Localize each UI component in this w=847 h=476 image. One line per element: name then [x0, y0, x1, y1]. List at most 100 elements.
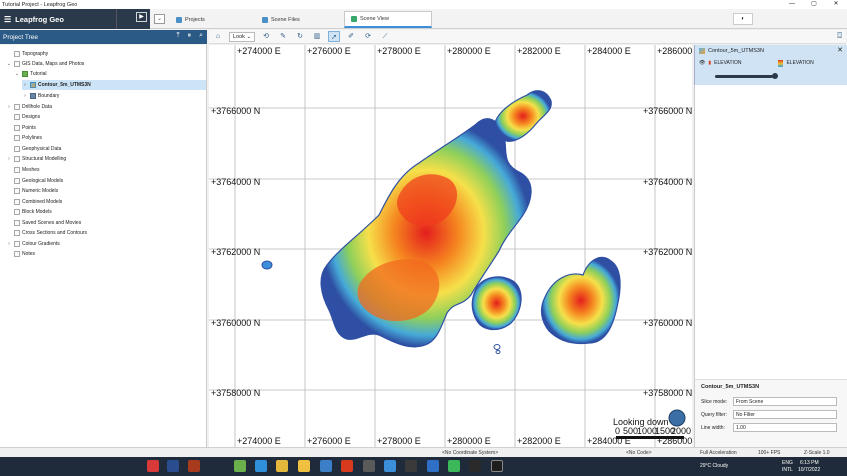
search-icon[interactable]: ⌕: [199, 32, 203, 40]
tree-item-designs[interactable]: Designs: [6, 112, 40, 122]
folder-icon: [14, 188, 20, 194]
language-indicator[interactable]: ENG: [782, 460, 793, 466]
tree-item-cross-sections[interactable]: Cross Sections and Contours: [6, 228, 87, 238]
tree-item-combined-models[interactable]: Combined Models: [6, 197, 62, 207]
gradient-dropdown[interactable]: ELEVATION: [786, 60, 813, 66]
refresh-icon[interactable]: ↻: [294, 31, 306, 42]
line-width-input[interactable]: 1.00: [733, 423, 837, 432]
scene-files-icon: [262, 16, 268, 23]
tree-item-saved-scenes[interactable]: Saved Scenes and Movies: [6, 218, 81, 228]
home-view-icon[interactable]: ⌂: [212, 31, 224, 42]
camera-icon[interactable]: ⌼: [837, 31, 842, 41]
close-window-button[interactable]: ✕: [825, 0, 847, 9]
leapfrog-taskbar-icon[interactable]: [491, 460, 503, 472]
collapse-icon[interactable]: ⌄: [6, 61, 12, 67]
color-by-dropdown[interactable]: ELEVATION: [714, 60, 741, 66]
edit-icon[interactable]: ✐: [345, 31, 357, 42]
tree-item-polylines[interactable]: Polylines: [6, 133, 42, 143]
expand-icon[interactable]: ›: [22, 93, 28, 99]
whatsapp-taskbar-icon[interactable]: [448, 460, 460, 472]
tab-projects-label: Projects: [185, 16, 205, 23]
project-tree: Topography ⌄ GIS Data, Maps and Photos ⌄…: [0, 45, 207, 447]
tree-item-structural-modelling[interactable]: › Structural Modelling: [6, 154, 66, 164]
tree-item-colour-gradients[interactable]: › Colour Gradients: [6, 239, 60, 249]
menu-icon[interactable]: ☰: [4, 15, 11, 24]
app-taskbar-icon[interactable]: [363, 460, 375, 472]
compass-globe-icon[interactable]: [668, 409, 686, 427]
tree-item-gis-data[interactable]: ⌄ GIS Data, Maps and Photos: [6, 59, 84, 69]
expand-icon[interactable]: ›: [6, 156, 12, 162]
chrome-taskbar-icon[interactable]: [276, 460, 288, 472]
tree-item-geological-models[interactable]: Geological Models: [6, 176, 63, 186]
play-button[interactable]: ▶: [136, 12, 147, 22]
pause-icon[interactable]: ⏸: [188, 32, 192, 40]
file-explorer-taskbar-icon[interactable]: [298, 460, 310, 472]
slice-mode-select[interactable]: From Scene: [733, 397, 837, 406]
minimize-button[interactable]: —: [781, 0, 803, 9]
visibility-eye-icon[interactable]: 👁: [699, 60, 705, 66]
photoshop-taskbar-icon[interactable]: [167, 460, 179, 472]
tree-item-meshes[interactable]: Meshes: [6, 165, 40, 175]
tree-item-block-models[interactable]: Block Models: [6, 207, 52, 217]
upload-icon[interactable]: ⤒: [176, 32, 179, 40]
boundary-icon: [30, 93, 36, 99]
clock-date[interactable]: 10/7/2022: [798, 467, 820, 473]
code-status[interactable]: <No Code>: [626, 450, 652, 456]
x-label: +274000 E: [237, 46, 281, 56]
tab-scene-files-label: Scene Files: [271, 16, 300, 23]
tab-scene-view[interactable]: Scene View: [344, 11, 432, 28]
maximize-button[interactable]: ▢: [803, 0, 825, 9]
query-filter-select[interactable]: No Filter: [733, 410, 837, 419]
store-taskbar-icon[interactable]: [320, 460, 332, 472]
measure-icon[interactable]: ⟋: [379, 31, 391, 42]
tree-item-tutorial[interactable]: ⌄ Tutorial: [14, 69, 47, 79]
tab-scene-files[interactable]: Scene Files: [256, 11, 306, 28]
app-taskbar-icon[interactable]: [469, 460, 481, 472]
slice-icon[interactable]: ▥: [311, 31, 323, 42]
draw-icon[interactable]: ✎: [277, 31, 289, 42]
folder-icon: [14, 209, 20, 215]
clock-time[interactable]: 6:13 PM: [800, 460, 819, 466]
edge-taskbar-icon[interactable]: [255, 460, 267, 472]
coordinate-system-status[interactable]: <No Coordinate System>: [442, 450, 498, 456]
tab-projects[interactable]: Projects: [170, 11, 211, 28]
weather-status[interactable]: 29°C Cloudy: [700, 463, 728, 469]
contour-icon: [699, 48, 705, 54]
tree-item-topography[interactable]: Topography: [6, 49, 48, 59]
tree-item-contour[interactable]: › Contour_5m_UTMS3N: [22, 80, 206, 90]
tree-item-boundary[interactable]: › Boundary: [22, 91, 59, 101]
app-taskbar-icon[interactable]: [341, 460, 353, 472]
x-label: +276000 E: [307, 436, 351, 446]
tree-item-drillhole-data[interactable]: › Drillhole Data: [6, 102, 52, 112]
cycle-icon[interactable]: ⟳: [362, 31, 374, 42]
tree-item-points[interactable]: Points: [6, 123, 36, 133]
expand-icon[interactable]: ›: [6, 241, 12, 247]
app-brand[interactable]: ☰ Leapfrog Geo: [0, 9, 116, 29]
close-icon[interactable]: ✕: [837, 46, 843, 54]
scene-viewport[interactable]: +274000 E +276000 E +278000 E +280000 E …: [209, 45, 692, 447]
tree-item-geophysical-data[interactable]: Geophysical Data: [6, 144, 61, 154]
collapse-icon[interactable]: ⌄: [14, 71, 20, 77]
select-pointer-icon[interactable]: ➚: [328, 31, 341, 42]
tree-item-numeric-models[interactable]: Numeric Models: [6, 186, 58, 196]
zscale-status[interactable]: Z-Scale 1.0: [804, 450, 830, 456]
tabs-dropdown-button[interactable]: ⌄: [154, 14, 165, 24]
qgis-taskbar-icon[interactable]: [234, 460, 246, 472]
acrobat-taskbar-icon[interactable]: [147, 460, 159, 472]
rotate-icon[interactable]: ⟲: [260, 31, 272, 42]
app-taskbar-icon[interactable]: [405, 460, 417, 472]
region-indicator[interactable]: INTL: [782, 467, 793, 473]
vscode-taskbar-icon[interactable]: [427, 460, 439, 472]
illustrator-taskbar-icon[interactable]: [188, 460, 200, 472]
project-tree-title: Project Tree: [3, 33, 39, 41]
app-taskbar-icon[interactable]: [384, 460, 396, 472]
expand-icon[interactable]: ›: [22, 82, 28, 88]
opacity-slider-handle[interactable]: [772, 73, 778, 79]
look-dropdown[interactable]: Look ⌄: [229, 31, 256, 42]
sync-status-button[interactable]: ◐: [733, 13, 753, 25]
properties-panel: Contour_5m_UTMS3N Slice mode: From Scene…: [694, 379, 847, 447]
y-label: +3760000 N: [211, 318, 260, 328]
opacity-slider[interactable]: [715, 75, 773, 78]
expand-icon[interactable]: ›: [6, 104, 12, 110]
tree-item-notes[interactable]: Notes: [6, 249, 35, 259]
